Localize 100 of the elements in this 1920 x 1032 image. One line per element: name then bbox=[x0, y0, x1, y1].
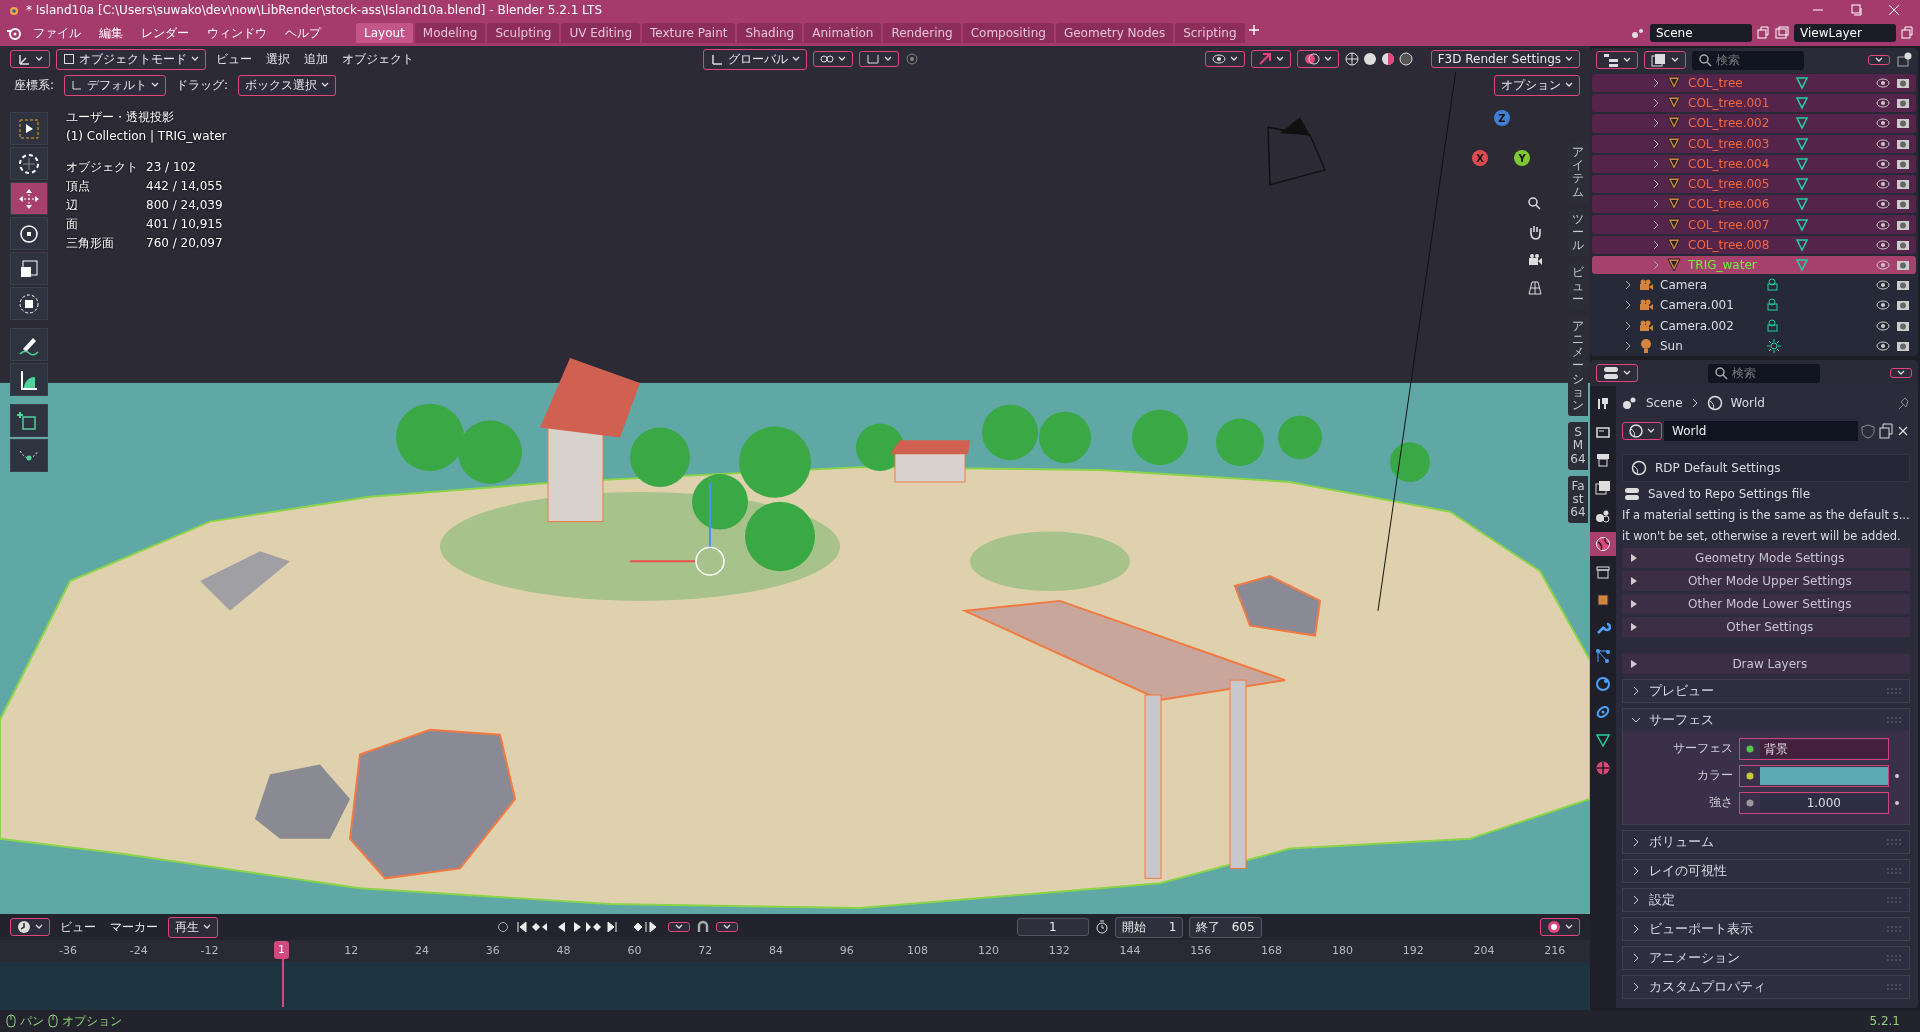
workspace-tab[interactable]: Geometry Nodes bbox=[1055, 23, 1174, 43]
frame-tick-label: 204 bbox=[1472, 944, 1496, 957]
workspace-tab[interactable]: Shading bbox=[737, 23, 803, 43]
workspace-tab[interactable]: Modeling bbox=[414, 23, 486, 43]
frame-tick-label: -36 bbox=[58, 944, 78, 957]
outliner-row[interactable]: Camera.002 bbox=[1592, 316, 1916, 335]
workspace-tab[interactable]: Texture Paint bbox=[642, 23, 736, 43]
breadcrumb-item[interactable]: Scene bbox=[1646, 396, 1683, 410]
outliner-row[interactable]: COL_tree.001 bbox=[1592, 94, 1916, 113]
start-frame-field[interactable]: 開始 1 bbox=[1114, 916, 1184, 938]
view-layer-field[interactable]: ViewLayer bbox=[1794, 24, 1896, 42]
section-header[interactable]: サーフェス bbox=[1623, 709, 1909, 731]
stat-label: 辺 bbox=[66, 197, 79, 214]
menu-item[interactable]: ウィンドウ bbox=[200, 22, 274, 44]
end-frame-field[interactable]: 終了 605 bbox=[1189, 916, 1262, 938]
addon-panel-header[interactable]: RDP Default Settings bbox=[1622, 454, 1910, 482]
playback-dropdown[interactable]: 再生 bbox=[168, 916, 218, 938]
workspace-tab[interactable]: Layout bbox=[356, 23, 413, 43]
window-title: * Island10a [C:\Users\suwako\dev\now\LibRender\stock-ass\Island10a.blend] - Blender 5.2.1 LTS bbox=[26, 3, 603, 17]
menu-item[interactable]: オブジェクト bbox=[338, 50, 418, 68]
section-header[interactable]: ボリューム bbox=[1623, 831, 1909, 853]
outliner-row[interactable]: COL_tree.003 bbox=[1592, 134, 1916, 153]
outliner-row[interactable]: Camera.001 bbox=[1592, 296, 1916, 315]
menu-item[interactable]: 追加 bbox=[300, 50, 332, 68]
stat-value: 760 / 20,097 bbox=[146, 235, 224, 252]
subpanel-header[interactable]: Other Mode Lower Settings bbox=[1622, 594, 1910, 614]
workspace-tab[interactable]: Scripting bbox=[1175, 23, 1245, 43]
outliner-row[interactable]: COL_tree.002 bbox=[1592, 114, 1916, 133]
section-header[interactable]: プレビュー bbox=[1623, 680, 1909, 702]
menu-item[interactable]: ヘルプ bbox=[278, 22, 328, 44]
options-dropdown[interactable]: オプション bbox=[1494, 74, 1580, 96]
subpanel-header[interactable]: Draw Layers bbox=[1622, 654, 1910, 674]
frame-tick-label: 120 bbox=[976, 944, 1000, 957]
search-field[interactable]: 検索 bbox=[1708, 363, 1820, 383]
mode-dropdown[interactable]: オブジェクトモード bbox=[56, 48, 206, 70]
outliner-row[interactable]: COL_tree.006 bbox=[1592, 195, 1916, 214]
breadcrumb-item[interactable]: World bbox=[1730, 396, 1765, 410]
sidebar-tab[interactable]: Fast64 bbox=[1568, 475, 1588, 524]
menu-item[interactable]: 編集 bbox=[92, 22, 130, 44]
frame-tick-label: 216 bbox=[1543, 944, 1567, 957]
outliner-row[interactable]: Camera bbox=[1592, 276, 1916, 295]
version-label: 5.2.1 bbox=[1869, 1014, 1901, 1028]
playhead[interactable]: 1 bbox=[274, 941, 289, 959]
menu-item[interactable]: レンダー bbox=[134, 22, 196, 44]
current-frame-field[interactable]: 1 bbox=[1016, 918, 1089, 936]
coordinate-dropdown[interactable]: デフォルト bbox=[64, 74, 167, 96]
object-name: Camera.001 bbox=[1660, 298, 1735, 313]
object-name: Camera.002 bbox=[1660, 318, 1735, 333]
section-header[interactable]: レイの可視性 bbox=[1623, 860, 1909, 882]
orientation-dropdown[interactable]: グローバル bbox=[703, 48, 808, 70]
field-label: 強さ bbox=[1708, 794, 1733, 811]
subpanel-header[interactable]: Other Mode Upper Settings bbox=[1622, 571, 1910, 591]
subpanel-header[interactable]: Other Settings bbox=[1622, 617, 1910, 637]
frame-tick-label: 168 bbox=[1260, 944, 1284, 957]
render-settings-dropdown[interactable]: F3D Render Settings bbox=[1430, 50, 1580, 68]
frame-tick-label: 108 bbox=[906, 944, 930, 957]
menu-item[interactable]: 選択 bbox=[262, 50, 294, 68]
object-name: COL_tree.002 bbox=[1688, 116, 1771, 131]
field-label: サーフェス bbox=[1672, 740, 1733, 757]
object-name: Camera bbox=[1660, 278, 1709, 293]
object-name: COL_tree.003 bbox=[1688, 136, 1771, 151]
stat-label: 頂点 bbox=[66, 178, 91, 195]
outliner-row[interactable]: COL_tree.004 bbox=[1592, 154, 1916, 174]
frame-tick-label: 180 bbox=[1330, 944, 1354, 957]
outliner-row[interactable]: COL_tree.005 bbox=[1592, 175, 1916, 194]
search-field[interactable]: 検索 bbox=[1692, 50, 1804, 70]
outliner-row[interactable]: COL_tree bbox=[1592, 73, 1916, 93]
frame-tick-label: 132 bbox=[1047, 944, 1071, 957]
coordinate-label: 座標系: bbox=[13, 76, 56, 94]
workspace-tab[interactable]: Compositing bbox=[962, 23, 1054, 43]
section-header[interactable]: アニメーション bbox=[1623, 947, 1909, 969]
menu-item[interactable]: ファイル bbox=[26, 22, 88, 44]
drag-dropdown[interactable]: ボックス選択 bbox=[238, 74, 337, 96]
world-name-field[interactable]: World bbox=[1664, 421, 1858, 441]
menu-item[interactable]: マーカー bbox=[106, 918, 162, 936]
section-header[interactable]: 設定 bbox=[1623, 889, 1909, 911]
workspace-tab[interactable]: UV Editing bbox=[561, 23, 641, 43]
outliner-row[interactable]: Sun bbox=[1592, 336, 1916, 355]
outliner-row[interactable]: TRIG_water bbox=[1592, 255, 1916, 275]
section-header[interactable]: ビューポート表示 bbox=[1623, 918, 1909, 940]
subpanel-header[interactable]: Geometry Mode Settings bbox=[1622, 548, 1910, 568]
object-name: COL_tree bbox=[1688, 76, 1744, 91]
workspace-tab[interactable]: Rendering bbox=[883, 23, 961, 43]
section-header[interactable]: カスタムプロパティ bbox=[1623, 976, 1909, 998]
shader-link-field[interactable]: 背景 bbox=[1739, 737, 1889, 760]
object-name: COL_tree.004 bbox=[1688, 156, 1771, 171]
stat-value: 401 / 10,915 bbox=[146, 216, 224, 233]
frame-tick-label: 72 bbox=[697, 944, 714, 957]
workspace-tab[interactable]: Animation bbox=[804, 23, 882, 43]
workspace-tab[interactable]: Sculpting bbox=[487, 23, 560, 43]
settings-note: Saved to Repo Settings file bbox=[1648, 487, 1810, 501]
sidebar-tab[interactable]: SM64 bbox=[1568, 422, 1588, 470]
menu-item[interactable]: ビュー bbox=[56, 918, 100, 936]
stat-label: オブジェクト bbox=[66, 159, 139, 176]
frame-tick-label: 60 bbox=[626, 944, 643, 957]
menu-item[interactable]: ビュー bbox=[212, 50, 256, 68]
scene-field[interactable]: Scene bbox=[1650, 24, 1752, 42]
outliner-row[interactable]: COL_tree.008 bbox=[1592, 235, 1916, 254]
outliner-row[interactable]: COL_tree.007 bbox=[1592, 215, 1916, 234]
strength-field[interactable]: 1.000 bbox=[1739, 791, 1889, 814]
